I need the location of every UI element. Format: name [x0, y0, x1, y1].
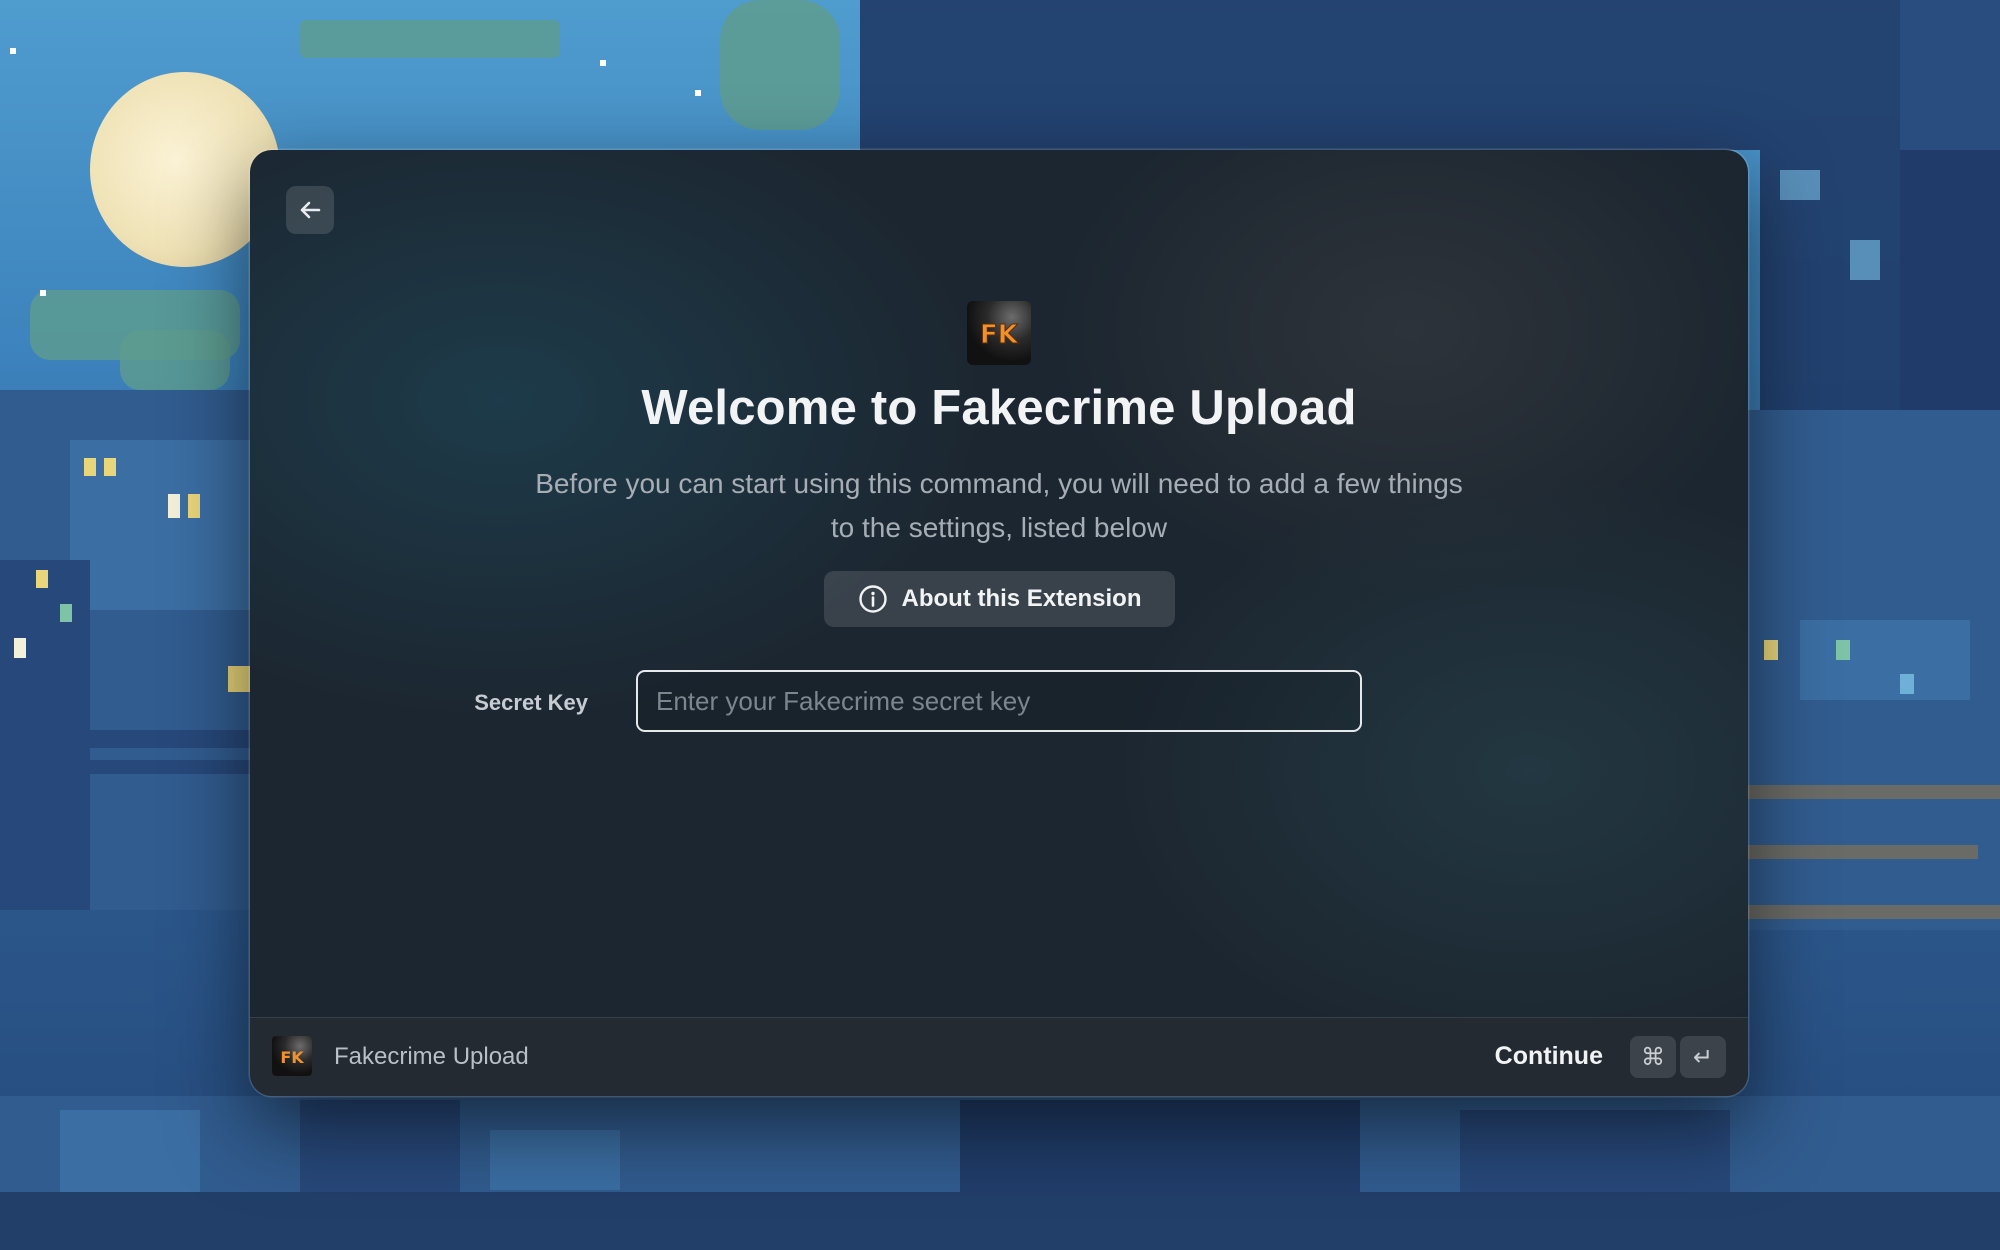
secret-key-label: Secret Key	[474, 690, 588, 715]
continue-button[interactable]: Continue	[1495, 1042, 1603, 1071]
page-title: Welcome to Fakecrime Upload	[641, 381, 1357, 435]
svg-text:FK: FK	[280, 1048, 304, 1067]
back-button[interactable]	[286, 186, 334, 234]
arrow-left-icon	[300, 201, 321, 219]
extension-name: Fakecrime Upload	[334, 1043, 529, 1070]
about-extension-button[interactable]: About this Extension	[824, 571, 1175, 627]
svg-text:FK: FK	[980, 320, 1019, 350]
page-subtitle: Before you can start using this command,…	[535, 468, 1463, 543]
enter-key-icon: ↵	[1680, 1036, 1726, 1078]
extension-setup-window: FK Welcome to Fakecrime Upload Before yo…	[250, 150, 1748, 1096]
extension-logo-icon: FK	[272, 1036, 312, 1076]
info-circle-icon	[858, 585, 887, 613]
secret-key-input[interactable]	[636, 670, 1362, 732]
about-extension-label: About this Extension	[901, 585, 1142, 612]
action-bar: FK Fakecrime Upload Continue ⌘ ↵	[250, 1017, 1748, 1096]
extension-logo-icon: FK	[967, 301, 1031, 365]
command-key-icon: ⌘	[1630, 1036, 1676, 1078]
